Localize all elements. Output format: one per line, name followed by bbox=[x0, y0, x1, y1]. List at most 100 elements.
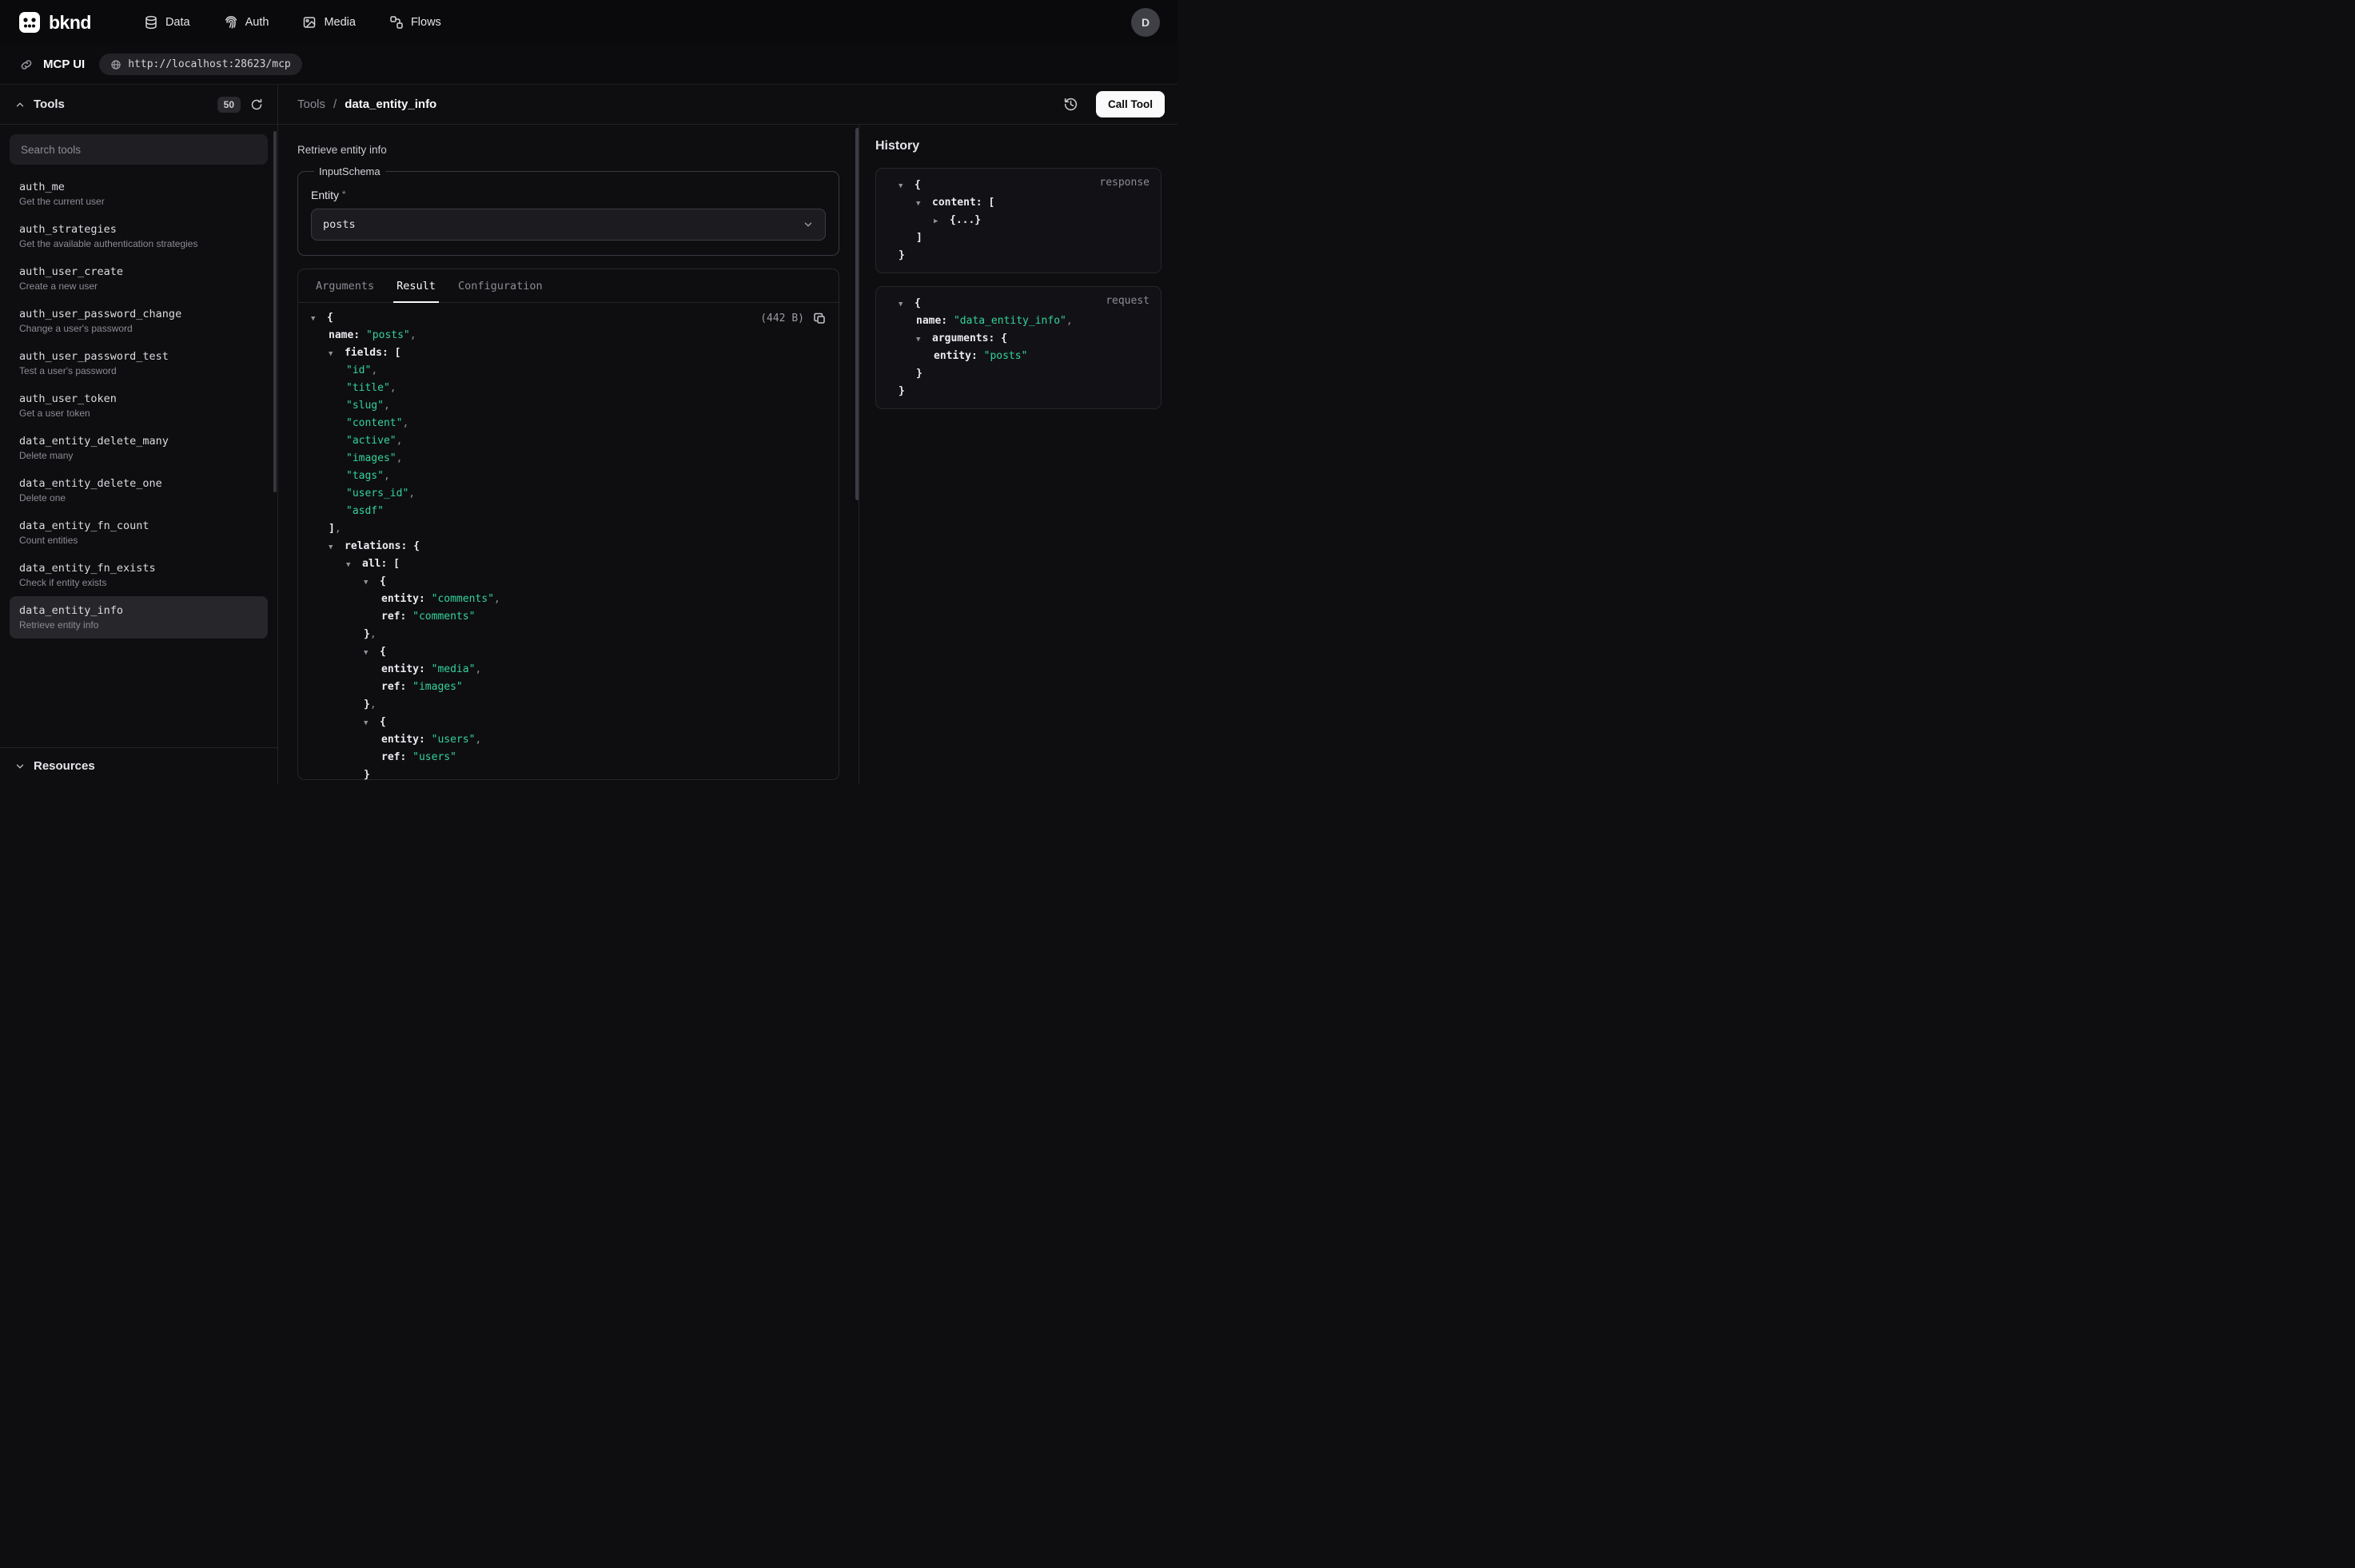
chevron-up-icon[interactable] bbox=[14, 99, 26, 110]
top-navbar: bknd Data Auth Medi bbox=[0, 0, 1178, 45]
image-icon bbox=[302, 15, 317, 30]
tool-list-item[interactable]: auth_user_password_test Test a user's pa… bbox=[10, 342, 268, 384]
result-json-viewer: (442 B) ▼{name: "posts",▼fields: ["id","… bbox=[298, 303, 839, 784]
user-avatar[interactable]: D bbox=[1131, 8, 1160, 37]
fingerprint-icon bbox=[224, 15, 238, 30]
json-line: } bbox=[298, 766, 839, 784]
nav-item-media[interactable]: Media bbox=[291, 9, 367, 36]
tool-list-item[interactable]: data_entity_delete_many Delete many bbox=[10, 427, 268, 469]
json-line: ▼content: [ bbox=[886, 194, 1151, 212]
json-line: "id", bbox=[298, 362, 839, 380]
caret-expanded-icon[interactable]: ▼ bbox=[364, 574, 380, 591]
tool-list: auth_me Get the current user auth_strate… bbox=[0, 169, 277, 747]
history-clock-icon bbox=[1063, 97, 1078, 112]
caret-expanded-icon[interactable]: ▼ bbox=[916, 195, 932, 213]
tool-list-item[interactable]: data_entity_fn_count Count entities bbox=[10, 511, 268, 554]
tool-name: data_entity_fn_exists bbox=[19, 562, 258, 575]
mcp-url-pill[interactable]: http://localhost:28623/mcp bbox=[99, 54, 302, 75]
chevron-down-icon bbox=[803, 219, 814, 230]
nav-item-flows[interactable]: Flows bbox=[378, 9, 452, 36]
caret-expanded-icon[interactable]: ▼ bbox=[899, 177, 915, 195]
tool-list-item[interactable]: data_entity_fn_exists Check if entity ex… bbox=[10, 554, 268, 596]
tool-name: auth_user_token bbox=[19, 392, 258, 405]
chevron-down-icon bbox=[14, 761, 26, 772]
tool-name: auth_user_password_test bbox=[19, 350, 258, 363]
history-entry-response[interactable]: response ▼{▼content: [▶{...}]} bbox=[875, 168, 1162, 273]
tool-list-item[interactable]: auth_user_token Get a user token bbox=[10, 384, 268, 427]
caret-expanded-icon[interactable]: ▼ bbox=[916, 331, 932, 348]
tool-name: data_entity_info bbox=[19, 604, 258, 617]
caret-expanded-icon[interactable]: ▼ bbox=[346, 556, 362, 574]
tool-list-item[interactable]: auth_strategies Get the available authen… bbox=[10, 215, 268, 257]
json-line: ▼{ bbox=[886, 295, 1151, 312]
json-line: ref: "comments" bbox=[298, 608, 839, 626]
tools-panel-header: Tools 50 bbox=[0, 85, 278, 124]
json-line: ▼all: [ bbox=[298, 555, 839, 573]
entity-select-value: posts bbox=[323, 218, 803, 231]
tab-result[interactable]: Result bbox=[385, 269, 447, 302]
tool-name: auth_strategies bbox=[19, 223, 258, 236]
tab-configuration[interactable]: Configuration bbox=[447, 269, 554, 302]
tool-name: data_entity_fn_count bbox=[19, 519, 258, 532]
json-line: ▼{ bbox=[298, 714, 839, 731]
entity-select[interactable]: posts bbox=[311, 209, 826, 241]
history-request-json: ▼{name: "data_entity_info",▼arguments: {… bbox=[886, 295, 1151, 400]
json-line: ▼arguments: { bbox=[886, 330, 1151, 348]
caret-collapsed-icon[interactable]: ▶ bbox=[934, 213, 950, 230]
nav-item-auth[interactable]: Auth bbox=[213, 9, 281, 36]
json-line: }, bbox=[298, 626, 839, 643]
sidebar-scrollbar-thumb[interactable] bbox=[273, 131, 277, 492]
json-line: }, bbox=[298, 696, 839, 714]
resources-section-header[interactable]: Resources bbox=[0, 747, 277, 784]
globe-icon bbox=[110, 59, 122, 70]
history-entry-request[interactable]: request ▼{name: "data_entity_info",▼argu… bbox=[875, 286, 1162, 409]
refresh-tools-button[interactable] bbox=[249, 97, 265, 113]
json-line: entity: "comments", bbox=[298, 591, 839, 608]
json-line: "images", bbox=[298, 450, 839, 468]
mcp-bar: MCP UI http://localhost:28623/mcp bbox=[0, 45, 1178, 85]
json-line: "slug", bbox=[298, 397, 839, 415]
tool-list-item[interactable]: data_entity_delete_one Delete one bbox=[10, 469, 268, 511]
tool-result-panel: Arguments Result Configuration (442 B) ▼… bbox=[297, 269, 839, 780]
tool-list-item[interactable]: auth_user_password_change Change a user'… bbox=[10, 300, 268, 342]
result-tabs: Arguments Result Configuration bbox=[298, 269, 839, 303]
json-line: "title", bbox=[298, 380, 839, 397]
caret-expanded-icon[interactable]: ▼ bbox=[364, 714, 380, 732]
brand-logo[interactable]: bknd bbox=[18, 10, 91, 34]
json-line: ▶{...} bbox=[886, 212, 1151, 229]
breadcrumb-section[interactable]: Tools bbox=[297, 98, 325, 111]
caret-expanded-icon[interactable]: ▼ bbox=[329, 539, 345, 556]
json-line: ▼relations: { bbox=[298, 538, 839, 555]
json-line: "users_id", bbox=[298, 485, 839, 503]
breadcrumb-current-tool: data_entity_info bbox=[345, 98, 436, 111]
caret-expanded-icon[interactable]: ▼ bbox=[899, 296, 915, 313]
history-toggle-button[interactable] bbox=[1062, 95, 1080, 113]
history-title: History bbox=[875, 139, 1162, 153]
tools-sidebar: auth_me Get the current user auth_strate… bbox=[0, 125, 278, 784]
tools-panel-title: Tools bbox=[34, 98, 65, 111]
json-line: ref: "images" bbox=[298, 679, 839, 696]
json-line: entity: "posts" bbox=[886, 348, 1151, 365]
tool-list-item[interactable]: auth_me Get the current user bbox=[10, 173, 268, 215]
nav-item-label: Auth bbox=[245, 16, 269, 29]
breadcrumb: Tools / data_entity_info Call Tool bbox=[278, 85, 1178, 124]
tool-description: Check if entity exists bbox=[19, 577, 258, 588]
history-panel: History response ▼{▼content: [▶{...}]} r… bbox=[859, 125, 1178, 784]
tab-arguments[interactable]: Arguments bbox=[305, 269, 385, 302]
tool-list-item[interactable]: auth_user_create Create a new user bbox=[10, 257, 268, 300]
tool-name: auth_me bbox=[19, 181, 258, 193]
tool-description: Delete one bbox=[19, 492, 258, 503]
search-input[interactable] bbox=[10, 134, 268, 165]
resources-title: Resources bbox=[34, 759, 95, 773]
json-line: ▼{ bbox=[298, 573, 839, 591]
main-scrollbar-thumb[interactable] bbox=[855, 128, 859, 500]
tool-list-item[interactable]: data_entity_info Retrieve entity info bbox=[10, 596, 268, 639]
json-line: entity: "media", bbox=[298, 661, 839, 679]
nav-item-data[interactable]: Data bbox=[133, 9, 201, 36]
call-tool-button[interactable]: Call Tool bbox=[1096, 91, 1165, 117]
caret-expanded-icon[interactable]: ▼ bbox=[329, 345, 345, 363]
caret-expanded-icon[interactable]: ▼ bbox=[311, 310, 327, 328]
tool-name: auth_user_create bbox=[19, 265, 258, 278]
caret-expanded-icon[interactable]: ▼ bbox=[364, 644, 380, 662]
json-line: "tags", bbox=[298, 468, 839, 485]
